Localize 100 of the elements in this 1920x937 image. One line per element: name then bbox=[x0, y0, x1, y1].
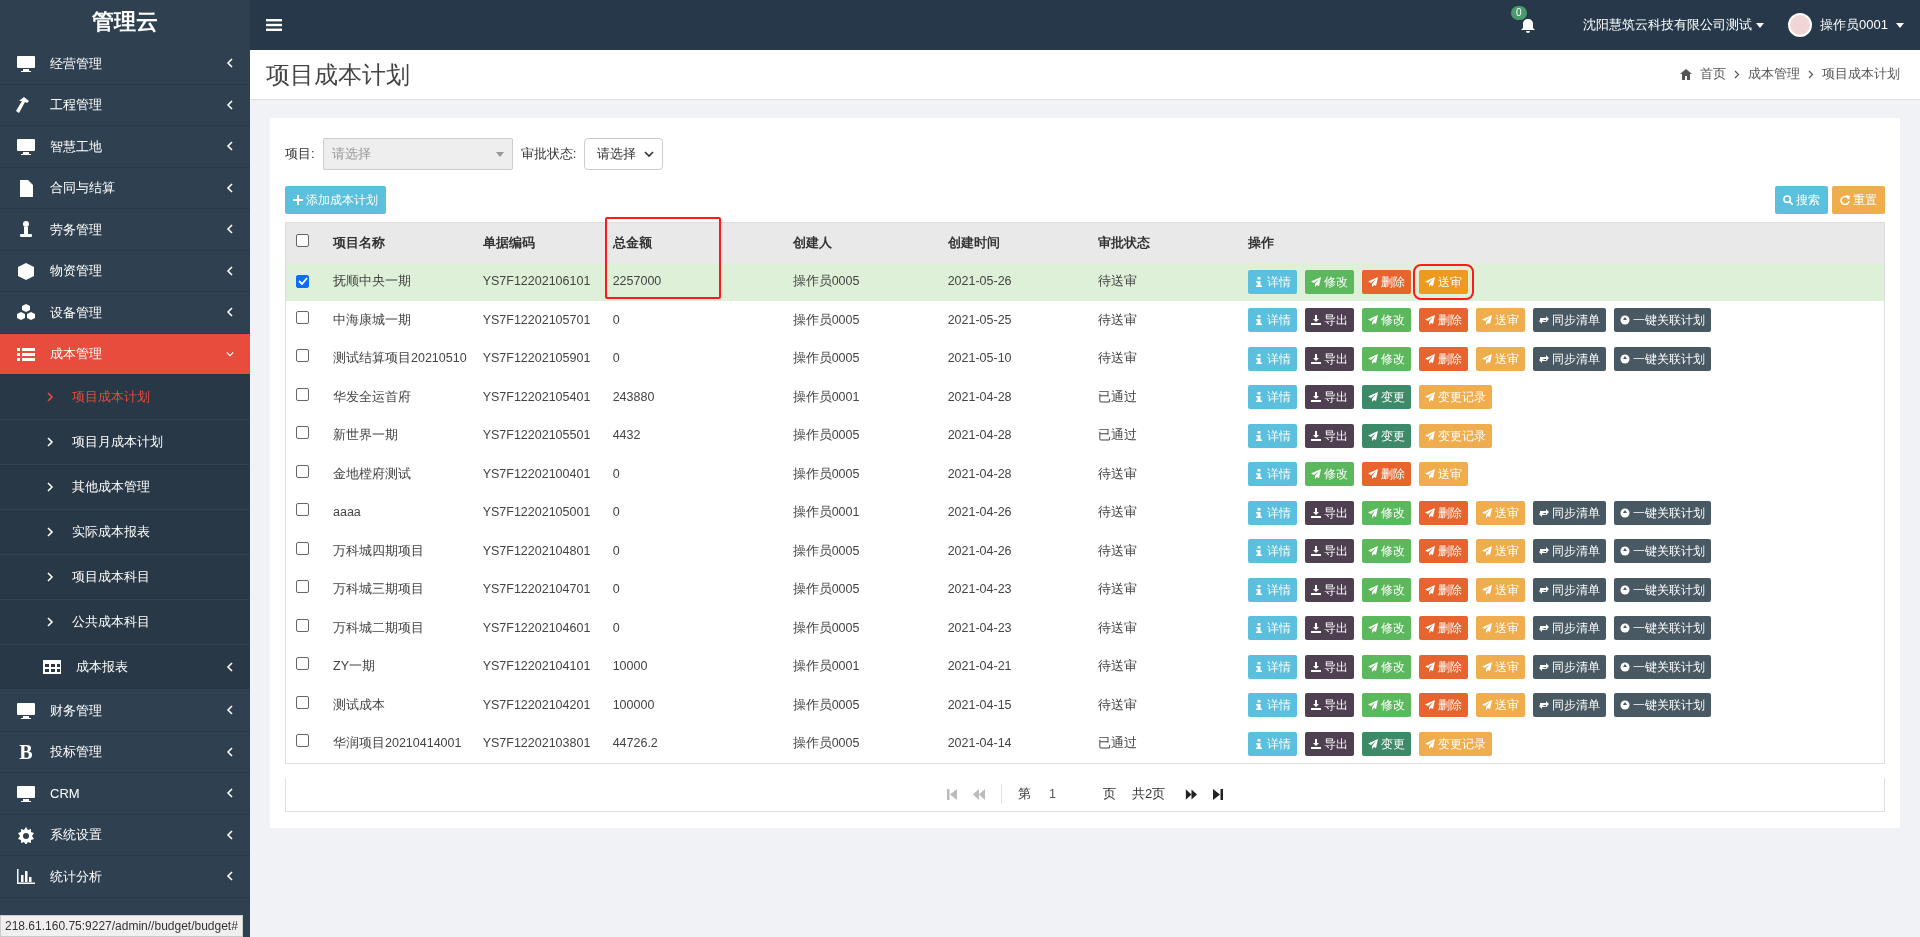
link-plan-button[interactable]: 一键关联计划 bbox=[1613, 308, 1711, 333]
delete-button[interactable]: 删除 bbox=[1418, 654, 1468, 679]
sidebar-subitem[interactable]: 项目月成本计划 bbox=[0, 420, 250, 465]
delete-button[interactable]: 删除 bbox=[1418, 539, 1468, 564]
edit-button[interactable]: 修改 bbox=[1361, 693, 1411, 718]
breadcrumb-link[interactable]: 成本管理 bbox=[1748, 65, 1800, 84]
export-button[interactable]: 导出 bbox=[1304, 539, 1354, 564]
export-button[interactable]: 导出 bbox=[1304, 616, 1354, 641]
row-checkbox[interactable] bbox=[296, 695, 309, 709]
sidebar-subitem[interactable]: 实际成本报表 bbox=[0, 510, 250, 555]
avatar[interactable] bbox=[1788, 13, 1813, 37]
row-checkbox[interactable] bbox=[296, 387, 309, 401]
select-all-checkbox[interactable] bbox=[296, 234, 309, 247]
link-plan-button[interactable]: 一键关联计划 bbox=[1613, 346, 1711, 371]
link-plan-button[interactable]: 一键关联计划 bbox=[1613, 693, 1711, 718]
sync-button[interactable]: 同步清单 bbox=[1532, 346, 1606, 371]
delete-button[interactable]: 删除 bbox=[1361, 462, 1411, 487]
breadcrumb-link[interactable]: 首页 bbox=[1700, 65, 1726, 84]
menu-icon[interactable] bbox=[266, 18, 282, 32]
delete-button[interactable]: 删除 bbox=[1418, 693, 1468, 718]
sidebar-subitem[interactable]: 其他成本管理 bbox=[0, 465, 250, 510]
export-button[interactable]: 导出 bbox=[1304, 346, 1354, 371]
sidebar-subitem[interactable]: 公共成本科目 bbox=[0, 600, 250, 645]
detail-button[interactable]: 详情 bbox=[1247, 346, 1297, 371]
delete-button[interactable]: 删除 bbox=[1361, 269, 1411, 294]
table-cell: 操作员0001 bbox=[792, 659, 860, 674]
link-plan-button[interactable]: 一键关联计划 bbox=[1613, 616, 1711, 641]
export-button[interactable]: 导出 bbox=[1304, 693, 1354, 718]
delete-button[interactable]: 删除 bbox=[1418, 616, 1468, 641]
row-checkbox[interactable] bbox=[296, 734, 309, 748]
detail-button[interactable]: 详情 bbox=[1247, 462, 1297, 487]
edit-button[interactable]: 修改 bbox=[1361, 616, 1411, 641]
detail-button[interactable]: 详情 bbox=[1247, 500, 1297, 525]
edit-button[interactable]: 修改 bbox=[1304, 269, 1354, 294]
sync-button[interactable]: 同步清单 bbox=[1532, 500, 1606, 525]
edit-button[interactable]: 修改 bbox=[1361, 346, 1411, 371]
detail-button[interactable]: 详情 bbox=[1247, 269, 1297, 294]
delete-button[interactable]: 删除 bbox=[1418, 577, 1468, 602]
detail-button[interactable]: 详情 bbox=[1247, 693, 1297, 718]
sync-button[interactable]: 同步清单 bbox=[1532, 577, 1606, 602]
last-page-icon[interactable] bbox=[1213, 788, 1224, 800]
sync-button[interactable]: 同步清单 bbox=[1532, 308, 1606, 333]
change-button[interactable]: 变更 bbox=[1361, 385, 1411, 410]
detail-button[interactable]: 详情 bbox=[1247, 654, 1297, 679]
row-checkbox[interactable] bbox=[296, 310, 309, 324]
delete-button[interactable]: 删除 bbox=[1418, 308, 1468, 333]
export-button[interactable]: 导出 bbox=[1304, 500, 1354, 525]
edit-button[interactable]: 修改 bbox=[1361, 500, 1411, 525]
edit-button[interactable]: 修改 bbox=[1304, 462, 1354, 487]
link-plan-button[interactable]: 一键关联计划 bbox=[1613, 577, 1711, 602]
export-button[interactable]: 导出 bbox=[1304, 308, 1354, 333]
export-button[interactable]: 导出 bbox=[1304, 577, 1354, 602]
detail-button[interactable]: 详情 bbox=[1247, 308, 1297, 333]
bell-icon[interactable] bbox=[1521, 17, 1536, 34]
detail-button[interactable]: 详情 bbox=[1247, 423, 1297, 448]
add-plan-button[interactable]: 添加成本计划 bbox=[285, 186, 386, 214]
row-checkbox[interactable] bbox=[296, 426, 309, 440]
export-button[interactable]: 导出 bbox=[1304, 385, 1354, 410]
sidebar-item[interactable]: 成本管理 bbox=[0, 333, 250, 375]
sync-button[interactable]: 同步清单 bbox=[1532, 616, 1606, 641]
sync-button[interactable]: 同步清单 bbox=[1532, 654, 1606, 679]
row-checkbox[interactable] bbox=[296, 541, 309, 555]
row-checkbox[interactable] bbox=[296, 503, 309, 517]
next-page-icon[interactable] bbox=[1185, 788, 1198, 800]
edit-button[interactable]: 修改 bbox=[1361, 577, 1411, 602]
row-checkbox[interactable] bbox=[296, 464, 309, 478]
edit-button[interactable]: 修改 bbox=[1361, 308, 1411, 333]
link-plan-button[interactable]: 一键关联计划 bbox=[1613, 500, 1711, 525]
project-select[interactable]: 请选择 bbox=[322, 138, 513, 170]
edit-button[interactable]: 修改 bbox=[1361, 654, 1411, 679]
export-button[interactable]: 导出 bbox=[1304, 654, 1354, 679]
link-plan-button[interactable]: 一键关联计划 bbox=[1613, 654, 1711, 679]
row-checkbox[interactable] bbox=[296, 657, 309, 671]
detail-button[interactable]: 详情 bbox=[1247, 539, 1297, 564]
detail-button[interactable]: 详情 bbox=[1247, 385, 1297, 410]
delete-button[interactable]: 删除 bbox=[1418, 500, 1468, 525]
page-input[interactable]: 1 bbox=[1046, 783, 1087, 805]
change-button[interactable]: 变更 bbox=[1361, 423, 1411, 448]
sync-button[interactable]: 同步清单 bbox=[1532, 693, 1606, 718]
link-plan-button[interactable]: 一键关联计划 bbox=[1613, 539, 1711, 564]
edit-button[interactable]: 修改 bbox=[1361, 539, 1411, 564]
sidebar-subitem[interactable]: 项目成本科目 bbox=[0, 555, 250, 600]
sidebar-subitem[interactable]: 项目成本计划 bbox=[0, 375, 250, 420]
delete-button[interactable]: 删除 bbox=[1418, 346, 1468, 371]
export-button[interactable]: 导出 bbox=[1304, 731, 1354, 756]
search-button[interactable]: 搜索 bbox=[1775, 186, 1828, 214]
export-button[interactable]: 导出 bbox=[1304, 423, 1354, 448]
row-checkbox[interactable] bbox=[296, 580, 309, 594]
sync-button[interactable]: 同步清单 bbox=[1532, 539, 1606, 564]
company-menu[interactable]: 沈阳慧筑云科技有限公司测试 bbox=[1583, 15, 1753, 35]
row-checkbox[interactable] bbox=[296, 349, 309, 363]
row-checkbox[interactable] bbox=[296, 618, 309, 632]
detail-button[interactable]: 详情 bbox=[1247, 577, 1297, 602]
status-select[interactable]: 请选择 bbox=[584, 138, 664, 170]
row-checkbox[interactable] bbox=[296, 274, 309, 288]
detail-button[interactable]: 详情 bbox=[1247, 616, 1297, 641]
detail-button[interactable]: 详情 bbox=[1247, 731, 1297, 756]
change-button[interactable]: 变更 bbox=[1361, 731, 1411, 756]
user-menu[interactable]: 操作员0001 bbox=[1820, 15, 1888, 35]
sidebar-subitem[interactable]: 成本报表 bbox=[0, 645, 250, 690]
